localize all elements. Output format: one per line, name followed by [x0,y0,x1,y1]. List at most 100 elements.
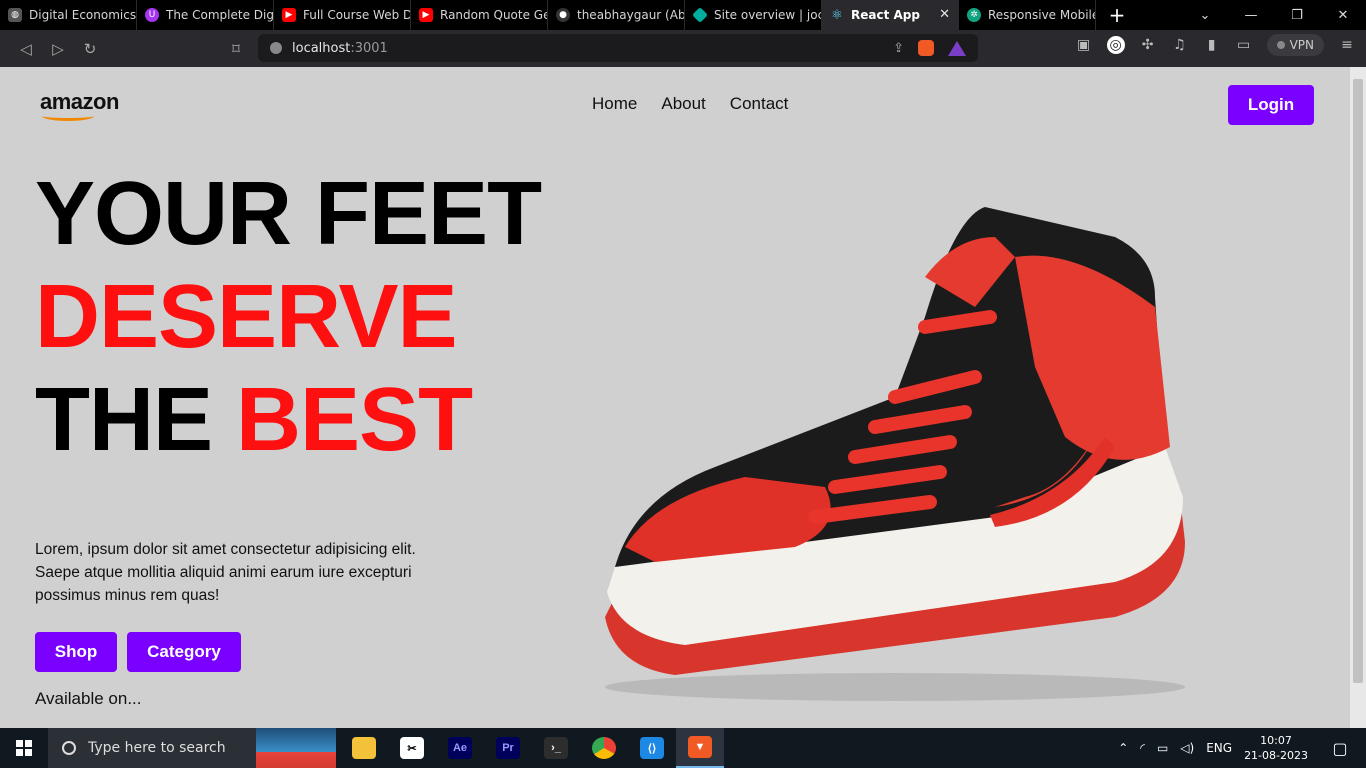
extensions-puzzle-icon[interactable]: ✣ [1139,36,1157,54]
battery-icon[interactable]: ▭ [1157,741,1168,755]
brave-app[interactable]: ▼ [676,728,724,768]
vscode-icon: ⟨⟩ [640,737,664,759]
shop-button[interactable]: Shop [35,632,117,672]
taskbar-search[interactable]: Type here to search [48,728,336,768]
tab-title: Full Course Web D [303,8,411,22]
new-tab-button[interactable]: + [1096,0,1138,30]
youtube-icon: ▶ [419,8,433,22]
premiere-icon: Pr [496,737,520,759]
language-indicator[interactable]: ENG [1206,741,1232,755]
clock-date: 21-08-2023 [1244,749,1308,762]
url-port: :3001 [350,40,388,56]
github-icon: ● [556,8,570,22]
url-actions: ⇪ [893,40,966,56]
react-icon: ⚛ [831,7,843,23]
taskbar-apps: ✂ Ae Pr ›_ ⟨⟩ ▼ [340,728,724,768]
brave-rewards-icon[interactable] [948,40,966,56]
terminal-app[interactable]: ›_ [532,728,580,768]
tab-complete-digital[interactable]: U The Complete Digi [137,0,274,30]
menu-icon[interactable]: ≡ [1338,36,1356,54]
reload-icon[interactable]: ↻ [74,35,106,63]
share-icon[interactable]: ⇪ [893,41,904,56]
tab-chatgpt[interactable]: ✲ Responsive Mobile [959,0,1096,30]
minimize-icon[interactable]: — [1228,8,1274,23]
after-effects-app[interactable]: Ae [436,728,484,768]
login-button[interactable]: Login [1228,85,1314,125]
tab-title: theabhaygaur (Abh [577,8,685,22]
tab-strip: ◍ Digital Economics U The Complete Digi ▶ F… [0,0,1366,30]
nav-contact[interactable]: Contact [730,94,789,114]
chrome-app[interactable] [580,728,628,768]
tab-title: The Complete Digi [166,8,274,22]
clock[interactable]: 10:07 21-08-2023 [1244,733,1308,763]
vpn-label: VPN [1289,38,1314,52]
available-on-label: Available on... [35,689,142,708]
close-window-icon[interactable]: ✕ [1320,8,1366,23]
vpn-status-icon [1276,41,1285,49]
forward-icon[interactable]: ▷ [42,35,74,63]
system-tray: ⌃ ◜ ▭ ◁) ENG 10:07 21-08-2023 ▢ [1118,728,1366,768]
search-icon [62,741,76,755]
page-viewport: amazon Home About Contact Login YOUR FEE… [0,67,1366,728]
tab-search-icon[interactable]: ⌄ [1182,8,1228,23]
sidebar-icon[interactable]: ▮ [1203,36,1221,54]
vpn-button[interactable]: VPN [1266,34,1324,56]
hero-heading: YOUR FEET DESERVE THE BEST [35,163,542,472]
hero-line-2: DESERVE [35,267,458,367]
notification-icon[interactable]: ▢ [1320,728,1360,768]
capcut-icon: ✂ [400,737,424,759]
close-icon[interactable]: ✕ [939,7,950,22]
netlify-icon [692,7,708,23]
chevron-up-icon[interactable]: ⌃ [1118,741,1128,755]
brave-shields-icon[interactable] [918,40,934,56]
tab-netlify[interactable]: Site overview | jocu [685,0,822,30]
file-explorer-app[interactable] [340,728,388,768]
capcut-app[interactable]: ✂ [388,728,436,768]
search-placeholder: Type here to search [88,740,226,756]
globe-icon: ◍ [8,8,22,22]
extension-icon[interactable]: ▣ [1075,36,1093,54]
bookmark-icon[interactable]: ⌑ [220,35,252,63]
terminal-icon: ›_ [544,737,568,759]
category-button[interactable]: Category [127,632,241,672]
tab-random-quote[interactable]: ▶ Random Quote Ge [411,0,548,30]
vscode-app[interactable]: ⟨⟩ [628,728,676,768]
tab-title: React App [851,8,920,22]
scrollbar-thumb[interactable] [1353,79,1363,683]
window-controls: ⌄ — ❐ ✕ [1182,0,1366,30]
start-button[interactable] [0,728,48,768]
wallet-icon[interactable]: ▭ [1235,36,1253,54]
volume-icon[interactable]: ◁) [1180,741,1194,755]
youtube-icon: ▶ [282,8,296,22]
tab-full-course[interactable]: ▶ Full Course Web D [274,0,411,30]
premiere-app[interactable]: Pr [484,728,532,768]
folder-icon [352,737,376,759]
chrome-icon [592,737,616,759]
nav-about[interactable]: About [661,94,705,114]
windows-taskbar: Type here to search ✂ Ae Pr ›_ ⟨⟩ ▼ ⌃ ◜ … [0,728,1366,768]
page-scrollbar[interactable] [1350,67,1366,728]
hero-description: Lorem, ipsum dolor sit amet consectetur … [35,541,416,604]
windows-icon [16,740,32,756]
chatgpt-icon: ✲ [967,8,981,22]
tab-digital-economics[interactable]: ◍ Digital Economics [0,0,137,30]
main-nav: Home About Contact [592,94,788,114]
search-highlight-image [256,728,336,768]
tab-title: Digital Economics [29,8,137,22]
restore-icon[interactable]: ❐ [1274,8,1320,23]
wifi-icon[interactable]: ◜ [1140,741,1145,755]
amazon-smile-icon [42,111,94,121]
tab-react-app[interactable]: ⚛ React App ✕ [822,0,959,30]
nav-home[interactable]: Home [592,94,637,114]
tab-github[interactable]: ● theabhaygaur (Abh [548,0,685,30]
address-bar[interactable]: localhost:3001 ⇪ [258,34,978,62]
back-icon[interactable]: ◁ [10,35,42,63]
site-info-icon[interactable] [270,42,282,54]
hero-line-3-red: BEST [236,370,473,470]
udemy-icon: U [145,8,159,22]
brave-icon: ▼ [688,736,712,758]
profile-icon[interactable]: ◎ [1106,36,1125,54]
tab-title: Responsive Mobile [988,8,1096,22]
tab-title: Site overview | jocu [714,8,822,22]
media-icon[interactable]: ♫ [1171,36,1189,54]
